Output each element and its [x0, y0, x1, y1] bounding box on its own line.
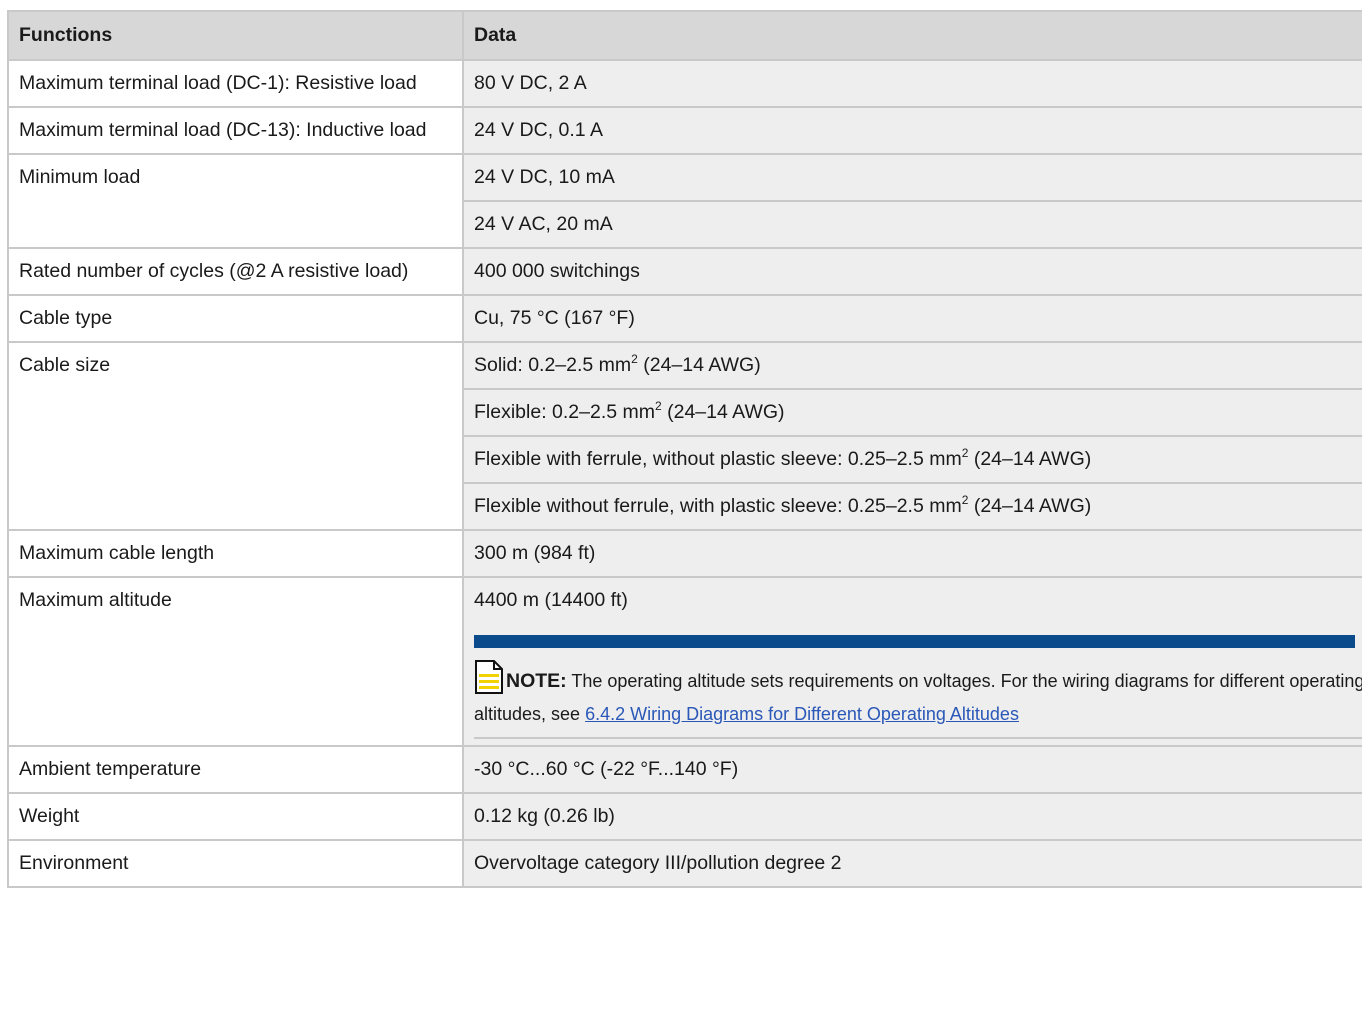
function-cell: Weight — [7, 792, 464, 841]
note-label: NOTE: — [506, 670, 567, 692]
data-cell: 80 V DC, 2 A — [462, 59, 1362, 108]
cable-size-text: Flexible without ferrule, with plastic s… — [474, 495, 962, 517]
header-functions: Functions — [7, 10, 464, 61]
data-cell: Overvoltage category III/pollution degre… — [462, 839, 1362, 888]
superscript: 2 — [655, 399, 662, 413]
wiring-diagrams-link[interactable]: 6.4.2 Wiring Diagrams for Different Oper… — [585, 704, 1019, 724]
cable-size-text: Flexible: 0.2–2.5 mm — [474, 401, 655, 423]
data-cell: 400 000 switchings — [462, 247, 1362, 296]
data-cell: Solid: 0.2–2.5 mm2 (24–14 AWG) — [462, 341, 1362, 390]
data-cell: -30 °C...60 °C (-22 °F...140 °F) — [462, 745, 1362, 794]
data-cell: Flexible: 0.2–2.5 mm2 (24–14 AWG) — [462, 388, 1362, 437]
data-cell: 4400 m (14400 ft) NOTE: The operating al… — [462, 576, 1362, 747]
table-header-row: Functions Data — [7, 10, 1362, 61]
table-row: Environment Overvoltage category III/pol… — [7, 839, 1362, 888]
data-cell: Flexible with ferrule, without plastic s… — [462, 435, 1362, 484]
function-cell: Cable size — [7, 341, 464, 531]
cable-size-text: (24–14 AWG) — [661, 401, 785, 423]
superscript: 2 — [631, 352, 638, 366]
function-cell: Rated number of cycles (@2 A resistive l… — [7, 247, 464, 296]
function-cell: Maximum cable length — [7, 529, 464, 578]
cable-size-text: Solid: 0.2–2.5 mm — [474, 354, 632, 376]
function-cell: Minimum load — [7, 153, 464, 249]
cable-size-text: (24–14 AWG) — [968, 495, 1092, 517]
data-cell: 0.12 kg (0.26 lb) — [462, 792, 1362, 841]
table-row: Rated number of cycles (@2 A resistive l… — [7, 247, 1362, 296]
data-cell: 24 V AC, 20 mA — [462, 200, 1362, 249]
note-box: NOTE: The operating altitude sets requir… — [474, 660, 1362, 739]
function-cell: Maximum terminal load (DC-13): Inductive… — [7, 106, 464, 155]
altitude-value: 4400 m (14400 ft) — [474, 589, 628, 611]
function-cell: Cable type — [7, 294, 464, 343]
table-row: Ambient temperature -30 °C...60 °C (-22 … — [7, 745, 1362, 794]
cable-size-text: (24–14 AWG) — [637, 354, 761, 376]
table-row: Maximum cable length 300 m (984 ft) — [7, 529, 1362, 578]
table-row: Cable size Solid: 0.2–2.5 mm2 (24–14 AWG… — [7, 341, 1362, 531]
data-cell: Flexible without ferrule, with plastic s… — [462, 482, 1362, 531]
data-cell: Cu, 75 °C (167 °F) — [462, 294, 1362, 343]
table-row: Maximum terminal load (DC-13): Inductive… — [7, 106, 1362, 155]
data-cell: 24 V DC, 0.1 A — [462, 106, 1362, 155]
note-bar — [474, 635, 1355, 648]
function-cell: Environment — [7, 839, 464, 888]
function-cell: Ambient temperature — [7, 745, 464, 794]
header-data: Data — [462, 10, 1362, 61]
table-row: Cable type Cu, 75 °C (167 °F) — [7, 294, 1362, 343]
specifications-table: Functions Data Maximum terminal load (DC… — [7, 10, 1362, 888]
table-row: Maximum terminal load (DC-1): Resistive … — [7, 59, 1362, 108]
cable-size-text: Flexible with ferrule, without plastic s… — [474, 448, 962, 470]
table-row: Weight 0.12 kg (0.26 lb) — [7, 792, 1362, 841]
data-cell: 300 m (984 ft) — [462, 529, 1362, 578]
function-cell: Maximum terminal load (DC-1): Resistive … — [7, 59, 464, 108]
data-cell: 24 V DC, 10 mA — [462, 153, 1362, 202]
function-cell: Maximum altitude — [7, 576, 464, 747]
cable-size-text: (24–14 AWG) — [968, 448, 1092, 470]
note-document-icon — [474, 660, 504, 694]
table-row: Maximum altitude 4400 m (14400 ft) NOTE:… — [7, 576, 1362, 747]
table-row: Minimum load 24 V DC, 10 mA — [7, 153, 1362, 249]
